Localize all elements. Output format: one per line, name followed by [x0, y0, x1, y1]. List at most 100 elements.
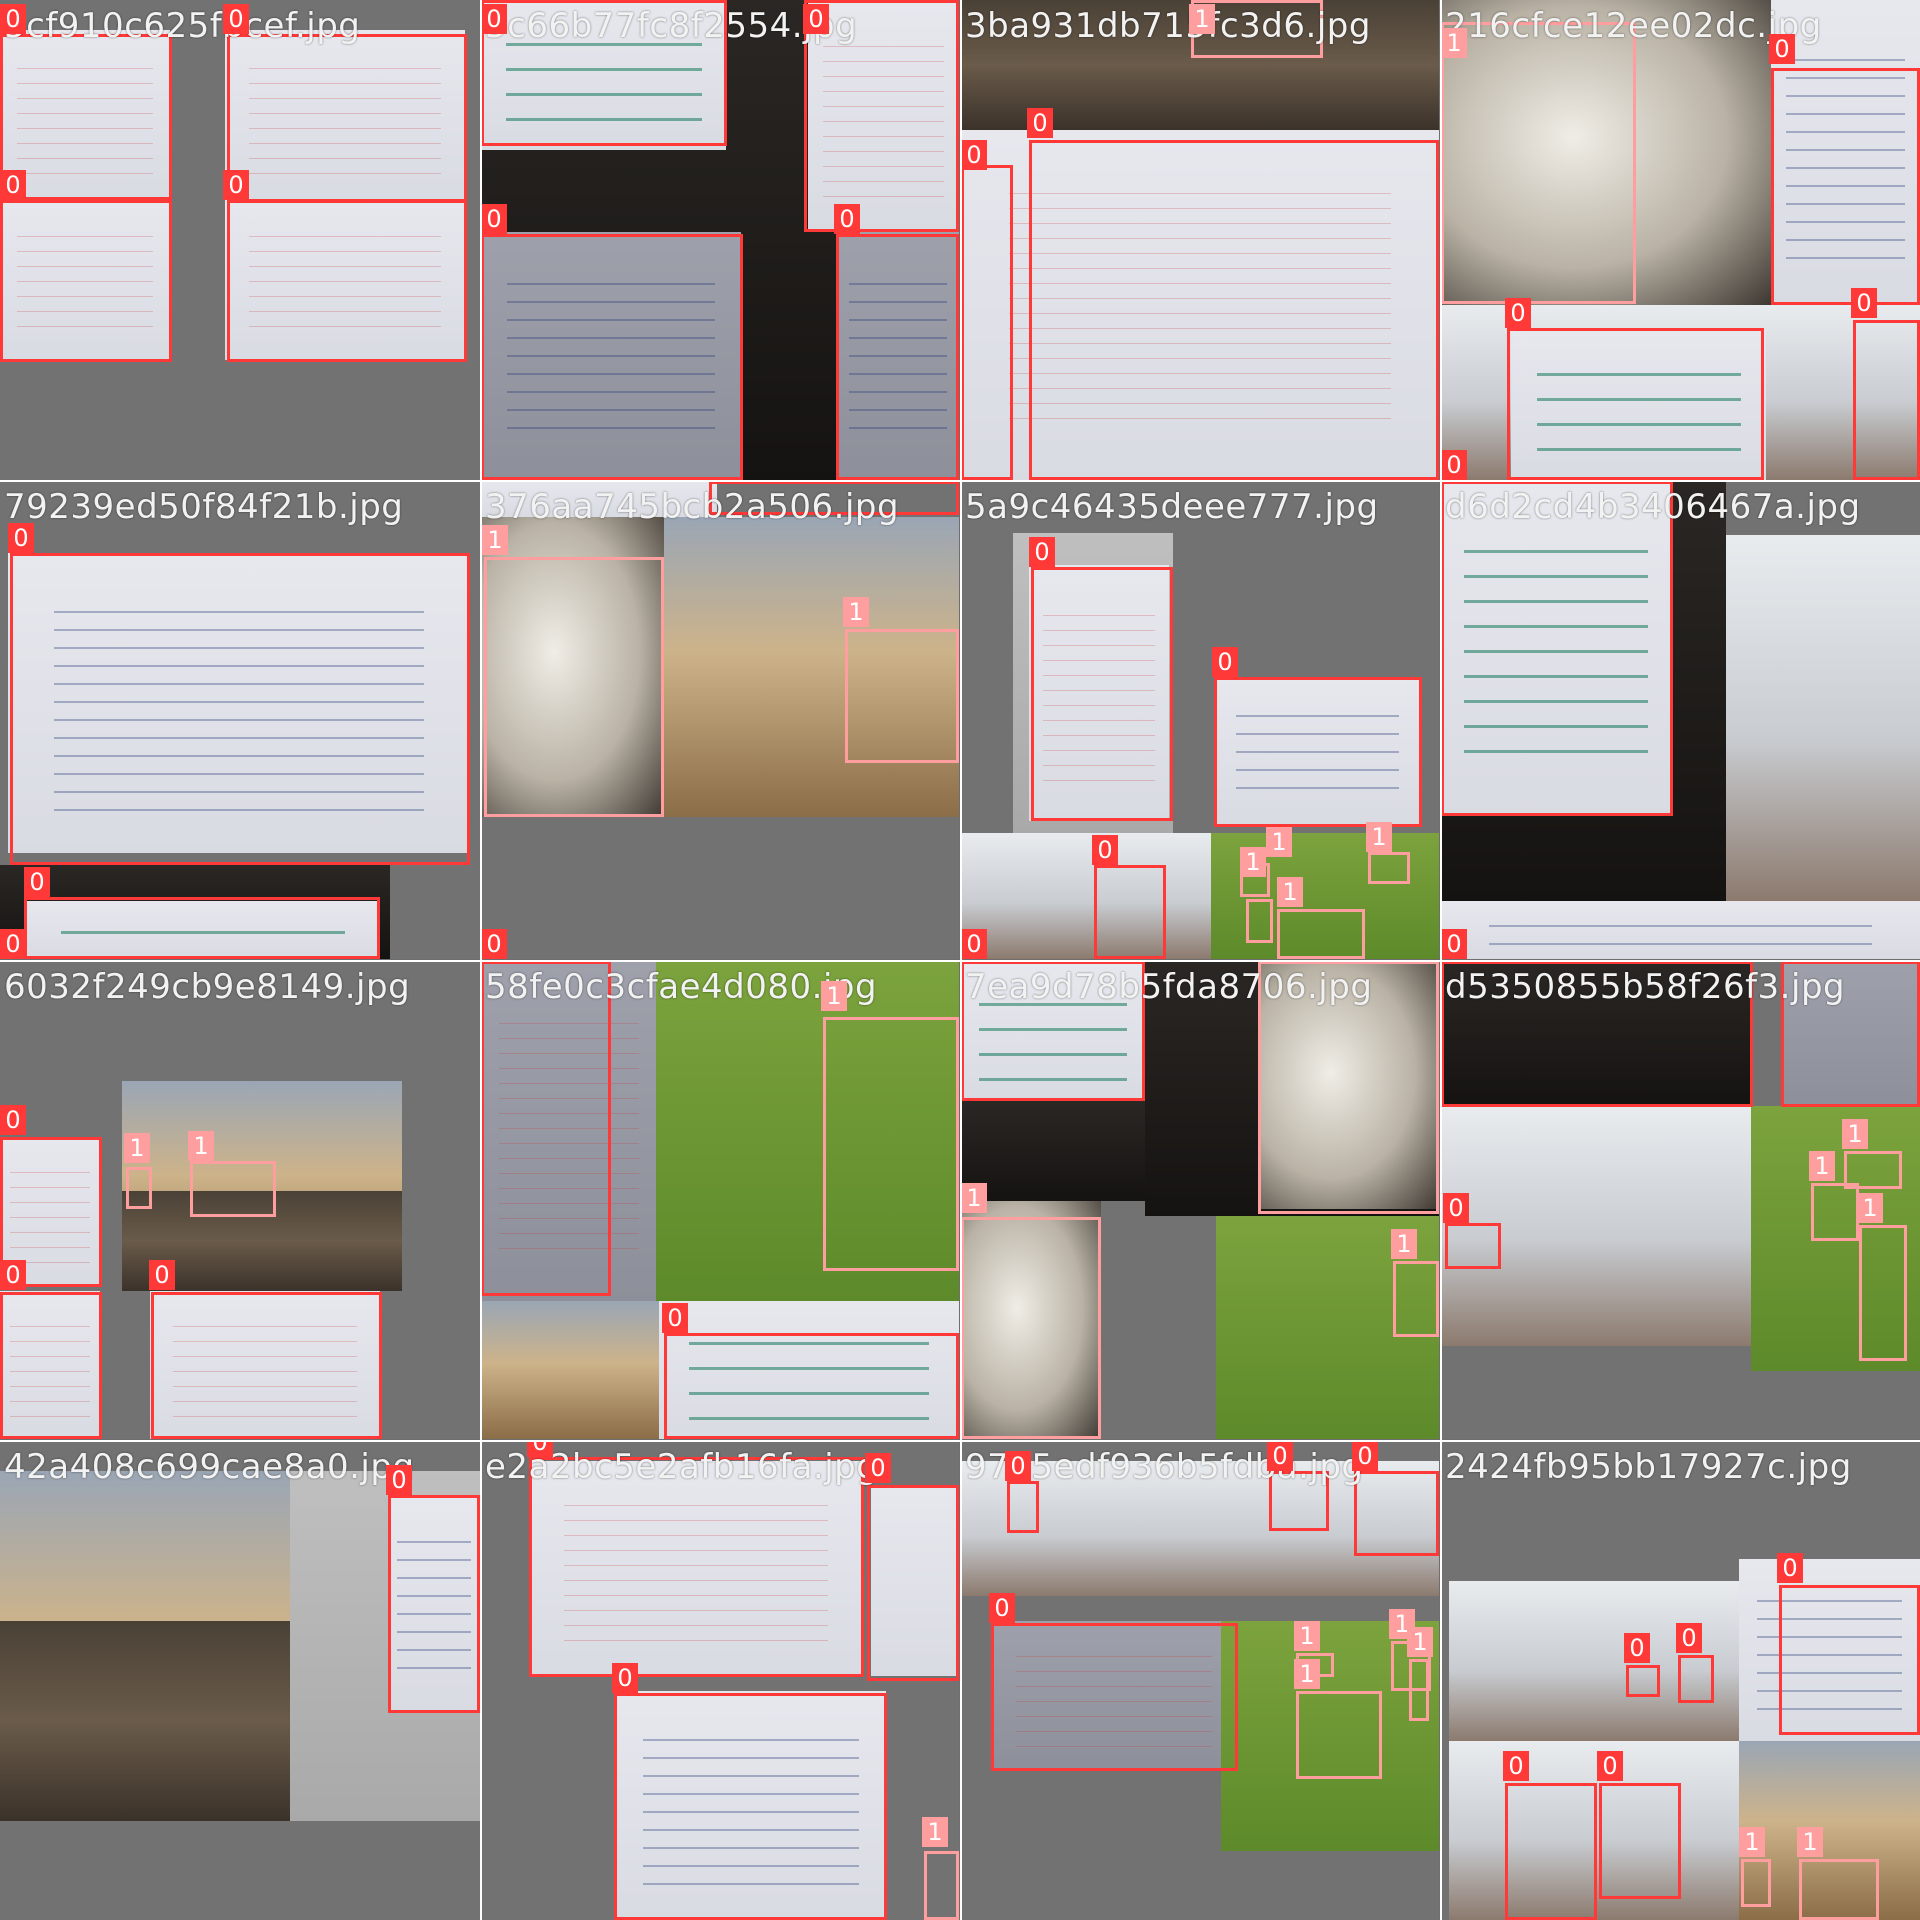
whiteboard-box: [481, 961, 611, 1296]
class-label: 0: [1769, 34, 1795, 64]
class-label: 1: [1391, 1229, 1417, 1259]
whiteboard-box: [1214, 677, 1422, 827]
whiteboard-box: [1441, 481, 1673, 816]
class-label: 1: [1809, 1151, 1835, 1181]
whiteboard-box: [664, 1333, 959, 1439]
whiteboard-box: [1354, 1471, 1439, 1556]
whiteboard-box: [1445, 1223, 1501, 1269]
class-label: 1: [1277, 877, 1303, 907]
class-label: 1: [1739, 1827, 1765, 1857]
mosaic-tile: 1 0 58fe0c3cfae4d080.jpg: [481, 961, 959, 1439]
class-label: 0: [961, 929, 987, 959]
alpaca-box: [1441, 22, 1636, 304]
tile-filename: 2424fb95bb17927c.jpg: [1445, 1447, 1852, 1487]
mosaic-grid: 0 0 0 0 5cf910c625fbcef.jpg 0 0 0 0 5c66…: [0, 0, 1920, 1920]
tile-filename: 5c66b77fc8f2554.jpg: [485, 6, 858, 46]
class-label: 0: [149, 1260, 175, 1290]
alpaca-box: [1741, 1859, 1771, 1907]
class-label: 1: [1857, 1193, 1883, 1223]
class-label: 0: [1267, 1441, 1293, 1471]
class-label: 1: [188, 1131, 214, 1161]
whiteboard-box: [388, 1495, 480, 1713]
tile-filename: 6032f249cb9e8149.jpg: [4, 967, 411, 1007]
class-label: 0: [865, 1453, 891, 1483]
mosaic-tile: 0 0 0 1 1 6032f249cb9e8149.jpg: [0, 961, 480, 1439]
class-label: 1: [1366, 822, 1392, 852]
class-label: 0: [1597, 1751, 1623, 1781]
class-label: 1: [1441, 28, 1467, 58]
class-label: 0: [223, 4, 249, 34]
mosaic-tile: 0 d6d2cd4b3406467a.jpg: [1441, 481, 1920, 959]
tile-filename: 58fe0c3cfae4d080.jpg: [485, 967, 878, 1007]
whiteboard-box: [1031, 567, 1173, 821]
mosaic-tile: 0 0 0 1 e2a2bc5e2afb16fa.jpg: [481, 1441, 959, 1920]
whiteboard-box: [227, 200, 467, 362]
class-label: 0: [834, 204, 860, 234]
mosaic-tile: 0 0 0 0 0 1 1 2424fb95bb17927c.jpg: [1441, 1441, 1920, 1920]
class-label: 0: [1676, 1623, 1702, 1653]
mosaic-tile: 0 0 0 0 5cf910c625fbcef.jpg: [0, 0, 480, 480]
class-label: 0: [0, 170, 26, 200]
mosaic-tile: 0 42a408c699cae8a0.jpg: [0, 1441, 480, 1920]
class-label: 0: [1503, 1751, 1529, 1781]
class-label: 0: [481, 929, 507, 959]
tile-filename: 42a408c699cae8a0.jpg: [4, 1447, 415, 1487]
class-label: 1: [1294, 1659, 1320, 1689]
tile-separator: [0, 1440, 1920, 1442]
class-label: 0: [223, 170, 249, 200]
whiteboard-box: [1678, 1655, 1714, 1703]
class-label: 0: [1441, 450, 1467, 480]
class-label: 0: [0, 1260, 26, 1290]
alpaca-box: [823, 1017, 959, 1271]
class-label: 0: [0, 4, 26, 34]
class-label: 1: [1189, 4, 1215, 34]
class-label: 1: [482, 525, 508, 555]
mosaic-tile: 0 0 0 0 1 1 1 1 9725edf936b5fdba.jpg: [961, 1441, 1439, 1920]
class-label: 1: [1240, 847, 1266, 877]
class-label: 0: [1505, 298, 1531, 328]
alpaca-box: [1859, 1225, 1907, 1361]
whiteboard-box: [1094, 865, 1166, 959]
alpaca-box: [1393, 1261, 1439, 1337]
whiteboard-box: [867, 1485, 959, 1681]
whiteboard-box: [1779, 1585, 1920, 1735]
class-label: 0: [386, 1465, 412, 1495]
whiteboard-box: [1029, 140, 1439, 480]
mosaic-tile: 1 0 0 0 0 216cfce12ee02dc.jpg: [1441, 0, 1920, 480]
alpaca-box: [1799, 1859, 1879, 1920]
class-label: 0: [527, 1441, 553, 1457]
whiteboard-box: [991, 1623, 1238, 1771]
alpaca-box: [1368, 852, 1410, 884]
class-label: 0: [1777, 1553, 1803, 1583]
whiteboard-box: [1505, 1783, 1597, 1920]
class-label: 0: [1624, 1633, 1650, 1663]
class-label: 0: [612, 1663, 638, 1693]
whiteboard-box: [1771, 68, 1920, 305]
whiteboard-box: [1626, 1665, 1660, 1697]
class-label: 0: [1092, 835, 1118, 865]
mosaic-tile: 1 1 1 0 376aa745bcb2a506.jpg: [481, 481, 959, 959]
mosaic-tile: 0 0 0 79239ed50f84f21b.jpg: [0, 481, 480, 959]
alpaca-box: [190, 1161, 276, 1217]
tile-filename: 216cfce12ee02dc.jpg: [1445, 6, 1822, 46]
whiteboard-box: [481, 234, 743, 480]
mosaic-tile: 0 0 0 0 1 1 1 1 5a9c46435deee777.jpg: [961, 481, 1439, 959]
whiteboard-box: [961, 165, 1013, 480]
class-label: 0: [8, 523, 34, 553]
alpaca-box: [845, 629, 959, 763]
class-label: 0: [961, 140, 987, 170]
alpaca-box: [484, 557, 664, 817]
alpaca-box: [1811, 1183, 1859, 1241]
class-label: 0: [1851, 288, 1877, 318]
class-label: 1: [1842, 1119, 1868, 1149]
whiteboard-box: [24, 897, 380, 959]
whiteboard-box: [0, 1292, 102, 1439]
class-label: 0: [481, 204, 507, 234]
class-label: 0: [1029, 537, 1055, 567]
whiteboard-box: [614, 1693, 887, 1920]
alpaca-box: [126, 1167, 152, 1209]
tile-filename: 376aa745bcb2a506.jpg: [485, 487, 900, 527]
tile-separator: [0, 960, 1920, 962]
class-label: 0: [1352, 1441, 1378, 1471]
class-label: 0: [1027, 108, 1053, 138]
